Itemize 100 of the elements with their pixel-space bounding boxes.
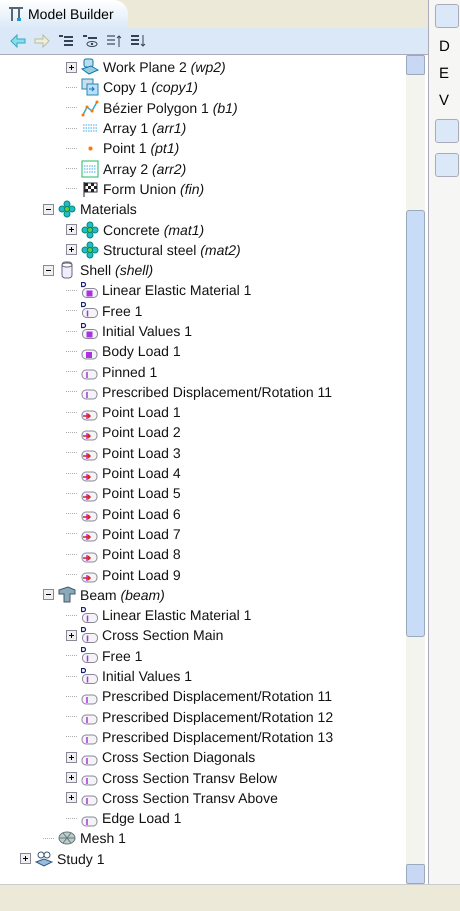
expand-toggle[interactable]: [66, 62, 77, 73]
expand-toggle[interactable]: [66, 792, 77, 804]
physics-node-icon: [81, 369, 98, 380]
tree-item[interactable]: Point Load 1: [102, 404, 181, 420]
physics-node-icon: [81, 490, 98, 502]
physics-node-icon: [81, 714, 98, 726]
checkered-flag-icon: [81, 180, 99, 198]
tree-item[interactable]: Array 2 (arr2): [103, 160, 186, 177]
eye-list-icon[interactable]: [82, 34, 98, 48]
physics-node-icon: [81, 754, 98, 766]
tree-item[interactable]: Point Load 9: [102, 566, 181, 583]
tree-icon: [8, 6, 24, 22]
tree-item[interactable]: Free 1: [102, 648, 142, 664]
plane-icon: [81, 58, 99, 76]
settings-label: D: [439, 38, 451, 55]
tree-item[interactable]: Point Load 3: [102, 444, 181, 461]
physics-node-icon: [81, 668, 98, 685]
copy-icon: [81, 78, 99, 96]
collapse-toggle[interactable]: [43, 204, 54, 215]
tree-item[interactable]: Initial Values 1: [102, 323, 192, 339]
expand-toggle[interactable]: [66, 630, 77, 641]
physics-node-icon: [81, 470, 98, 482]
tree-item[interactable]: Prescribed Displacement/Rotation 11: [102, 688, 332, 704]
expand-toggle[interactable]: [66, 752, 77, 763]
move-down-icon[interactable]: [130, 34, 146, 48]
physics-node-icon: [81, 282, 98, 299]
tree-item[interactable]: Body Load 1: [102, 343, 181, 360]
tree-item[interactable]: Mesh 1: [80, 830, 126, 846]
tree-item[interactable]: Prescribed Displacement/Rotation 12: [102, 708, 334, 725]
physics-node-icon: [81, 511, 98, 522]
tree-item[interactable]: Cross Section Main: [102, 627, 224, 644]
expand-toggle[interactable]: [66, 224, 77, 236]
settings-label: V: [439, 92, 450, 109]
physics-node-icon: [81, 816, 98, 827]
molecule-icon: [58, 200, 76, 218]
tree-item[interactable]: Initial Values 1: [102, 668, 192, 684]
tree-item[interactable]: Edge Load 1: [102, 810, 182, 826]
expand-toggle[interactable]: [66, 772, 77, 784]
tree-item[interactable]: Array 1 (arr1): [103, 120, 186, 136]
panel-title: Model Builder: [28, 6, 114, 22]
tree-item[interactable]: Beam (beam): [80, 586, 165, 603]
tree-item[interactable]: Point Load 4: [102, 465, 181, 482]
physics-node-icon: [81, 450, 98, 462]
tree-item[interactable]: Point Load 5: [102, 485, 181, 502]
collapse-toggle[interactable]: [43, 589, 54, 600]
tree-item[interactable]: Point Load 7: [102, 526, 181, 542]
tree-item[interactable]: Cross Section Diagonals: [102, 749, 256, 766]
physics-node-icon: [81, 348, 98, 360]
mesh-icon: [58, 829, 76, 848]
collapse-toggle[interactable]: [43, 264, 54, 276]
tree-item[interactable]: Bézier Polygon 1 (b1): [103, 100, 238, 116]
physics-node-icon: [81, 552, 98, 563]
section-toggle[interactable]: [435, 119, 459, 143]
expand-toggle[interactable]: [66, 244, 77, 256]
tree-item[interactable]: Linear Elastic Material 1: [102, 282, 252, 298]
tree-item[interactable]: Cross Section Transv Above: [102, 790, 278, 806]
tree-item[interactable]: Point 1 (pt1): [103, 140, 180, 156]
tree-item[interactable]: Prescribed Displacement/Rotation 13: [102, 728, 334, 745]
physics-node-icon: [81, 302, 98, 320]
molecule-icon: [81, 220, 99, 239]
study-icon: [35, 850, 53, 868]
scrollbar[interactable]: [406, 55, 425, 884]
tree-item[interactable]: Point Load 6: [102, 506, 181, 522]
physics-node-icon: [81, 430, 98, 441]
tree-item[interactable]: Pinned 1: [102, 364, 158, 380]
tree-item[interactable]: Materials: [80, 201, 137, 218]
tree-item[interactable]: Form Union (fin): [103, 180, 204, 197]
physics-node-icon: [81, 389, 98, 400]
tree-item[interactable]: Point Load 2: [102, 424, 181, 440]
tree-item[interactable]: Prescribed Displacement/Rotation 11: [102, 384, 332, 400]
physics-node-icon: [81, 734, 98, 746]
model-builder-tab[interactable]: Model Builder: [0, 0, 128, 28]
physics-node-icon: [81, 531, 98, 542]
physics-node-icon: [81, 647, 98, 664]
physics-node-icon: [81, 322, 98, 340]
section-toggle[interactable]: [435, 4, 459, 28]
polyline-icon: [81, 98, 99, 117]
molecule-icon: [81, 240, 99, 259]
grid-icon: [81, 160, 99, 178]
physics-node-icon: [81, 606, 98, 624]
physics-node-icon: [81, 572, 98, 584]
beam-icon: [58, 586, 76, 604]
physics-node-icon: [81, 775, 98, 786]
tree-item[interactable]: Point Load 8: [102, 546, 181, 562]
tree-item[interactable]: Cross Section Transv Below: [102, 770, 278, 786]
tree-item[interactable]: Structural steel (mat2): [103, 242, 241, 258]
tree-item[interactable]: Study 1: [57, 850, 104, 867]
tree-item[interactable]: Work Plane 2 (wp2): [103, 59, 226, 76]
physics-node-icon: [81, 626, 98, 644]
physics-node-icon: [81, 795, 98, 806]
move-up-icon[interactable]: [106, 34, 122, 48]
tree-item[interactable]: Free 1: [102, 302, 142, 319]
tree-item[interactable]: Concrete (mat1): [103, 222, 204, 238]
tree-item[interactable]: Shell (shell): [80, 262, 154, 278]
physics-node-icon: [81, 410, 98, 421]
list-icon[interactable]: [58, 34, 74, 48]
tree-item[interactable]: Linear Elastic Material 1: [102, 607, 252, 624]
section-toggle[interactable]: [435, 153, 459, 177]
expand-toggle[interactable]: [20, 853, 31, 864]
tree-item[interactable]: Copy 1 (copy1): [103, 79, 198, 96]
